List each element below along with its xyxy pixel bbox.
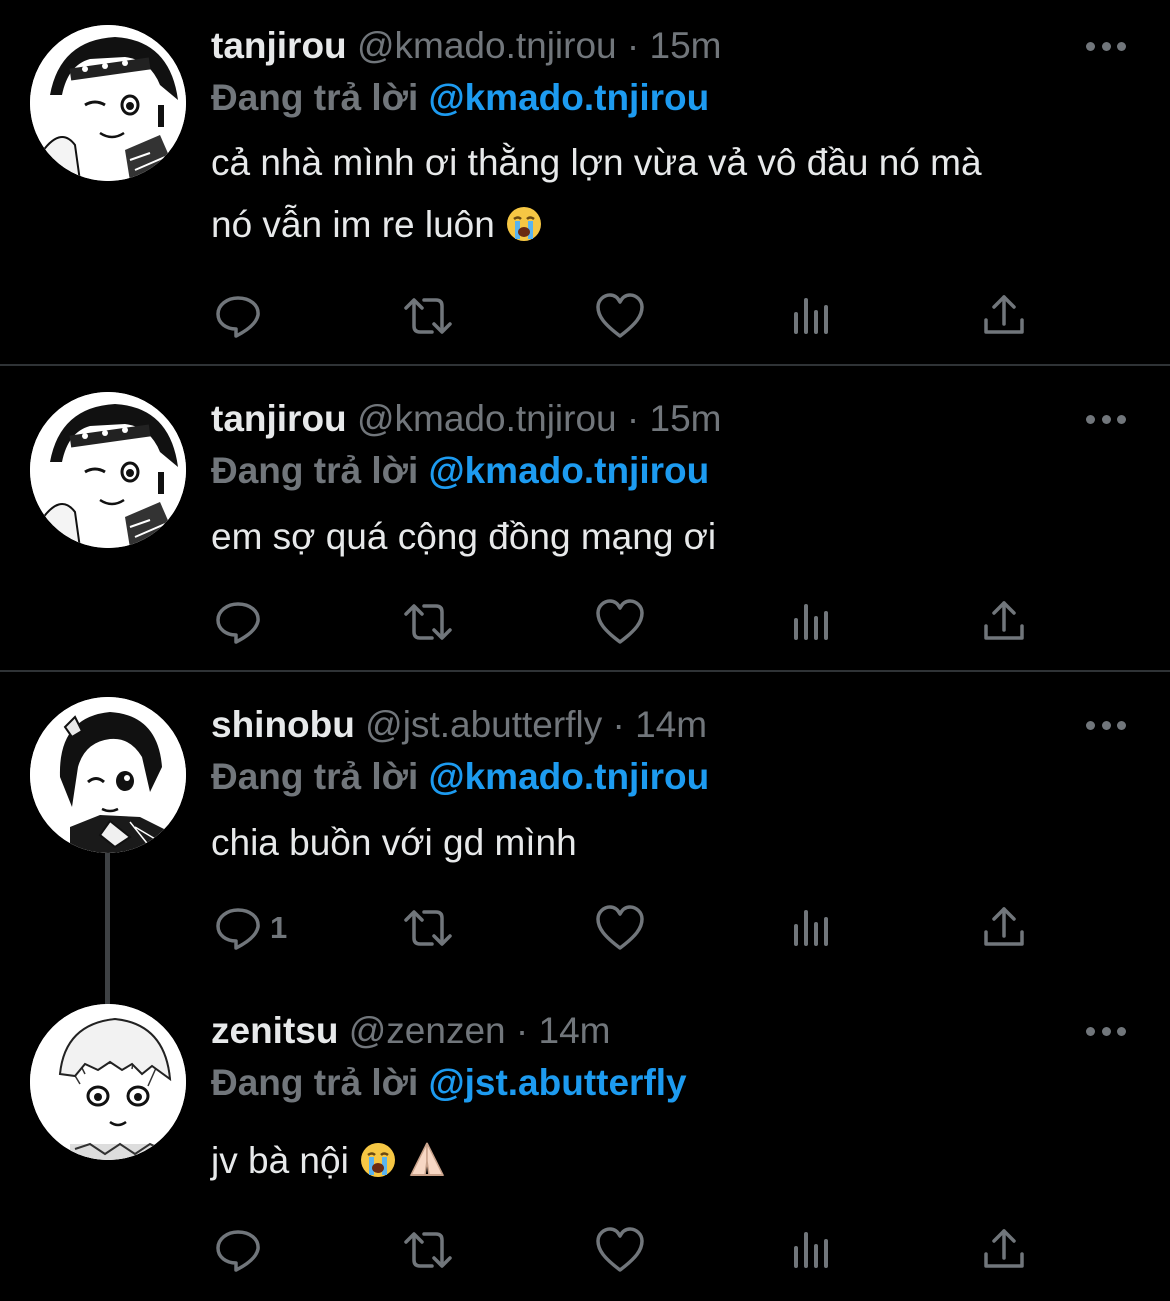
replying-to: Đang trả lời @kmado.tnjirou [211, 754, 709, 800]
tweet-text-line: nó vẫn im re luôn [211, 204, 495, 245]
replying-mention-link[interactable]: @jst.abutterfly [429, 1062, 687, 1103]
timestamp[interactable]: 14m [635, 704, 707, 745]
replying-label: Đang trả lời [211, 1062, 419, 1103]
loudly-crying-face-icon [359, 1136, 397, 1198]
more-options-icon[interactable] [1086, 718, 1126, 732]
retweet-icon[interactable] [400, 594, 456, 650]
folded-hands-icon [407, 1136, 447, 1198]
reply-icon[interactable] [210, 1222, 266, 1278]
tweet-4[interactable]: zenitsu @zenzen · 14m Đang trả lời @jst.… [0, 982, 1170, 1301]
avatar-tanjirou[interactable] [30, 392, 186, 548]
tweet-1[interactable]: tanjirou @kmado.tnjirou · 15m Đang trả l… [0, 0, 1170, 364]
author-name[interactable]: tanjirou [211, 25, 347, 66]
like-icon[interactable] [592, 594, 648, 650]
replying-mention-link[interactable]: @kmado.tnjirou [429, 756, 710, 797]
reply-icon[interactable] [210, 900, 266, 956]
tweet-text: cả nhà mình ơi thằng lợn vừa vả vô đầu n… [211, 132, 1131, 262]
timestamp[interactable]: 15m [650, 398, 722, 439]
tweet-text-line-wrap: jv bà nội [211, 1130, 1131, 1198]
tweet-2[interactable]: tanjirou @kmado.tnjirou · 15m Đang trả l… [0, 366, 1170, 670]
avatar-zenitsu[interactable] [30, 1004, 186, 1160]
like-icon[interactable] [592, 288, 648, 344]
avatar-shinobu[interactable] [30, 697, 186, 853]
author-handle[interactable]: @kmado.tnjirou [357, 398, 617, 439]
separator-dot: · [626, 25, 640, 66]
retweet-icon[interactable] [400, 900, 456, 956]
replying-label: Đang trả lời [211, 450, 419, 491]
replying-mention-link[interactable]: @kmado.tnjirou [429, 77, 710, 118]
views-icon[interactable] [785, 594, 841, 650]
more-options-icon[interactable] [1086, 39, 1126, 53]
tweet-header: shinobu @jst.abutterfly · 14m [211, 703, 707, 747]
replying-label: Đang trả lời [211, 77, 419, 118]
author-name[interactable]: zenitsu [211, 1010, 338, 1051]
tweet-text: chia buồn với gd mình [211, 812, 1131, 874]
like-icon[interactable] [592, 1222, 648, 1278]
replying-label: Đang trả lời [211, 756, 419, 797]
timestamp[interactable]: 15m [650, 25, 722, 66]
replying-to: Đang trả lời @kmado.tnjirou [211, 75, 709, 121]
avatar-tanjirou[interactable] [30, 25, 186, 181]
tweet-text: jv bà nội [211, 1130, 1131, 1198]
retweet-icon[interactable] [400, 1222, 456, 1278]
retweet-icon[interactable] [400, 288, 456, 344]
views-icon[interactable] [785, 1222, 841, 1278]
views-icon[interactable] [785, 288, 841, 344]
tweet-header: tanjirou @kmado.tnjirou · 15m [211, 397, 722, 441]
timestamp[interactable]: 14m [539, 1010, 611, 1051]
replying-mention-link[interactable]: @kmado.tnjirou [429, 450, 710, 491]
reply-icon[interactable] [210, 288, 266, 344]
tweet-header: zenitsu @zenzen · 14m [211, 1009, 611, 1053]
views-icon[interactable] [785, 900, 841, 956]
tweet-text-line: chia buồn với gd mình [211, 822, 577, 863]
replying-to: Đang trả lời @kmado.tnjirou [211, 448, 709, 494]
reply-icon[interactable] [210, 594, 266, 650]
more-options-icon[interactable] [1086, 412, 1126, 426]
tweet-text-line-wrap: nó vẫn im re luôn [211, 194, 1131, 262]
author-handle[interactable]: @kmado.tnjirou [357, 25, 617, 66]
tweet-text-line: em sợ quá cộng đồng mạng ơi [211, 516, 717, 557]
author-name[interactable]: shinobu [211, 704, 355, 745]
author-name[interactable]: tanjirou [211, 398, 347, 439]
author-handle[interactable]: @zenzen [349, 1010, 506, 1051]
share-icon[interactable] [976, 900, 1032, 956]
share-icon[interactable] [976, 594, 1032, 650]
loudly-crying-face-icon [505, 200, 543, 262]
separator-dot: · [515, 1010, 529, 1051]
separator-dot: · [626, 398, 640, 439]
tweet-text-line: cả nhà mình ơi thằng lợn vừa vả vô đầu n… [211, 142, 982, 183]
tweet-text-line: jv bà nội [211, 1140, 349, 1181]
tweet-3[interactable]: shinobu @jst.abutterfly · 14m Đang trả l… [0, 672, 1170, 982]
separator-dot: · [612, 704, 625, 745]
more-options-icon[interactable] [1086, 1024, 1126, 1038]
like-icon[interactable] [592, 900, 648, 956]
tweet-header: tanjirou @kmado.tnjirou · 15m [211, 24, 722, 68]
reply-count: 1 [270, 910, 288, 945]
author-handle[interactable]: @jst.abutterfly [365, 704, 602, 745]
replying-to: Đang trả lời @jst.abutterfly [211, 1060, 687, 1106]
share-icon[interactable] [976, 288, 1032, 344]
share-icon[interactable] [976, 1222, 1032, 1278]
tweet-text: em sợ quá cộng đồng mạng ơi [211, 506, 1131, 568]
